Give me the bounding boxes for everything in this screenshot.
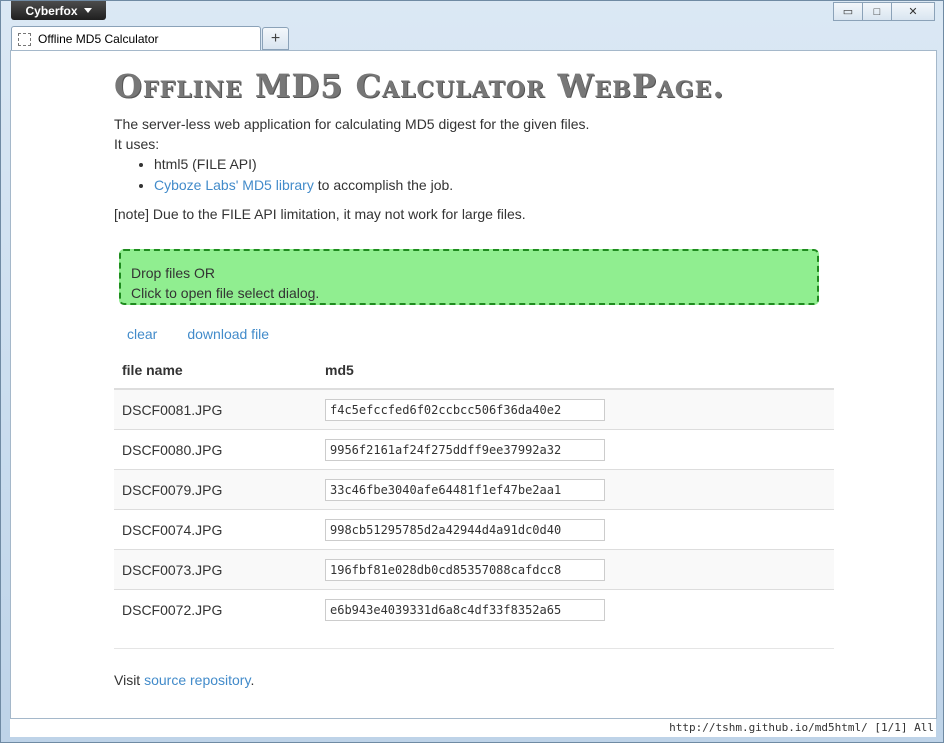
md5-value-field[interactable]: e6b943e4039331d6a8c4df33f8352a65 <box>325 598 605 621</box>
file-name-cell: DSCF0080.JPG <box>114 429 317 470</box>
close-icon: ✕ <box>908 6 918 18</box>
action-links: clear download file <box>127 326 269 342</box>
column-header-file-name: file name <box>114 352 317 390</box>
footer-prefix: Visit <box>114 672 145 688</box>
md5-value-field[interactable]: 33c46fbe3040afe64481f1ef47be2aa1 <box>325 478 605 501</box>
page-title: Offline MD5 Calculator WebPage. <box>114 67 725 105</box>
md5-cell: e6b943e4039331d6a8c4df33f8352a65 <box>317 589 834 629</box>
uses-list: html5 (FILE API) Cyboze Labs' MD5 librar… <box>114 154 453 196</box>
file-drop-zone[interactable]: Drop files OR Click to open file select … <box>119 249 819 305</box>
maximize-icon: □ <box>873 5 881 18</box>
table-row: DSCF0074.JPG 998cb51295785d2a42944d4a91d… <box>114 509 834 550</box>
note-text: [note] Due to the FILE API limitation, i… <box>114 206 526 222</box>
footer-text: Visit source repository. <box>114 672 254 688</box>
tab-title: Offline MD5 Calculator <box>38 32 159 46</box>
intro-text: The server-less web application for calc… <box>114 116 590 132</box>
page-favicon-icon <box>18 32 31 46</box>
md5-value-field[interactable]: f4c5efccfed6f02ccbcc506f36da40e2 <box>325 398 605 421</box>
maximize-button[interactable]: □ <box>863 2 892 21</box>
column-header-md5: md5 <box>317 352 834 390</box>
source-repository-link[interactable]: source repository <box>144 672 250 688</box>
md5-cell: 9956f2161af24f275ddff9ee37992a32 <box>317 429 834 470</box>
list-item: Cyboze Labs' MD5 library to accomplish t… <box>154 175 453 196</box>
minimize-button[interactable]: ▭ <box>833 2 863 21</box>
table-row: DSCF0073.JPG 196fbf81e028db0cd85357088ca… <box>114 549 834 590</box>
md5-results-table: file name md5 DSCF0081.JPG f4c5efccfed6f… <box>114 352 834 629</box>
table-row: DSCF0080.JPG 9956f2161af24f275ddff9ee379… <box>114 429 834 470</box>
close-button[interactable]: ✕ <box>892 2 935 21</box>
drop-zone-line1: Drop files OR <box>131 265 216 281</box>
minimize-icon: ▭ <box>842 6 854 18</box>
table-header-row: file name md5 <box>114 352 834 390</box>
md5-cell: f4c5efccfed6f02ccbcc506f36da40e2 <box>317 388 834 430</box>
app-menu-label: Cyberfox <box>25 3 78 18</box>
table-row: DSCF0072.JPG e6b943e4039331d6a8c4df33f83… <box>114 589 834 629</box>
tab-offline-md5[interactable]: Offline MD5 Calculator <box>11 26 261 51</box>
file-name-cell: DSCF0074.JPG <box>114 509 317 550</box>
md5-value-field[interactable]: 196fbf81e028db0cd85357088cafdcc8 <box>325 558 605 581</box>
md5-value-field[interactable]: 9956f2161af24f275ddff9ee37992a32 <box>325 438 605 461</box>
table-row: DSCF0081.JPG f4c5efccfed6f02ccbcc506f36d… <box>114 388 834 430</box>
file-name-cell: DSCF0073.JPG <box>114 549 317 590</box>
new-tab-button[interactable]: + <box>262 27 289 50</box>
list-item: html5 (FILE API) <box>154 154 453 175</box>
uses-label: It uses: <box>114 136 160 152</box>
uses-item-suffix: to accomplish the job. <box>313 177 454 193</box>
plus-icon: + <box>270 29 281 47</box>
uses-item-html5: html5 (FILE API) <box>154 156 257 172</box>
md5-value-field[interactable]: 998cb51295785d2a42944d4a91dc0d40 <box>325 518 605 541</box>
download-file-link[interactable]: download file <box>187 326 269 342</box>
file-name-cell: DSCF0072.JPG <box>114 589 317 629</box>
browser-window: Cyberfox ▭ □ ✕ Offline MD5 Calculator + … <box>0 0 944 743</box>
chevron-down-icon <box>83 8 92 13</box>
md5-cell: 33c46fbe3040afe64481f1ef47be2aa1 <box>317 469 834 510</box>
md5-library-link[interactable]: Cyboze Labs' MD5 library <box>154 177 314 193</box>
page-viewport[interactable]: Offline MD5 Calculator WebPage. The serv… <box>10 50 937 719</box>
window-controls: ▭ □ ✕ <box>833 2 935 21</box>
md5-cell: 998cb51295785d2a42944d4a91dc0d40 <box>317 509 834 550</box>
app-menu-button[interactable]: Cyberfox <box>11 1 106 20</box>
file-name-cell: DSCF0081.JPG <box>114 388 317 430</box>
divider <box>114 648 834 649</box>
drop-zone-line2: Click to open file select dialog. <box>131 285 320 301</box>
status-bar: http://tshm.github.io/md5html/ [1/1] All <box>10 719 936 737</box>
clear-link[interactable]: clear <box>127 326 157 342</box>
file-name-cell: DSCF0079.JPG <box>114 469 317 510</box>
table-row: DSCF0079.JPG 33c46fbe3040afe64481f1ef47b… <box>114 469 834 510</box>
footer-suffix: . <box>250 672 255 688</box>
md5-cell: 196fbf81e028db0cd85357088cafdcc8 <box>317 549 834 590</box>
